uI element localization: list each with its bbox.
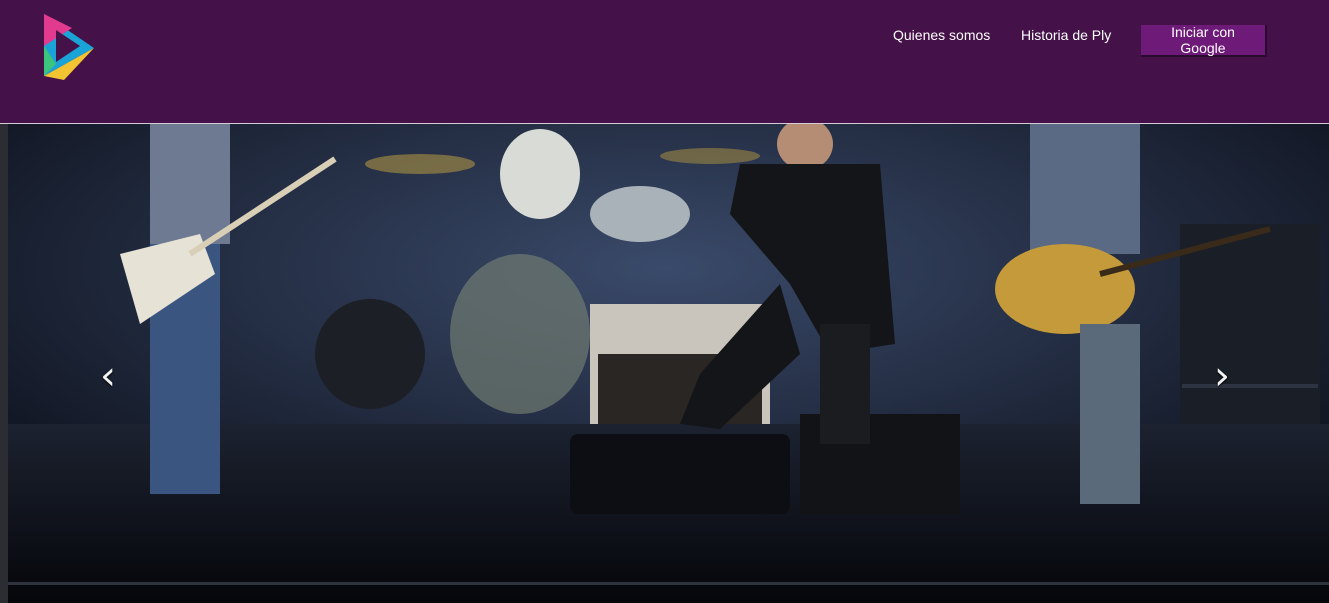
google-login-button[interactable]: Iniciar con Google [1141, 24, 1267, 57]
concert-slide-image [0, 124, 1329, 603]
hero-carousel: ‹ › [0, 124, 1329, 603]
top-navbar: Quienes somos Historia de Ply Iniciar co… [0, 0, 1329, 124]
play-logo-icon[interactable] [34, 6, 108, 84]
nav-link-historia-de-ply[interactable]: Historia de Ply [1021, 27, 1111, 43]
carousel-prev-icon[interactable]: ‹ [94, 356, 122, 396]
nav-link-quienes-somos[interactable]: Quienes somos [893, 27, 990, 43]
carousel-next-icon[interactable]: › [1208, 356, 1236, 396]
carousel-left-edge [0, 124, 8, 603]
